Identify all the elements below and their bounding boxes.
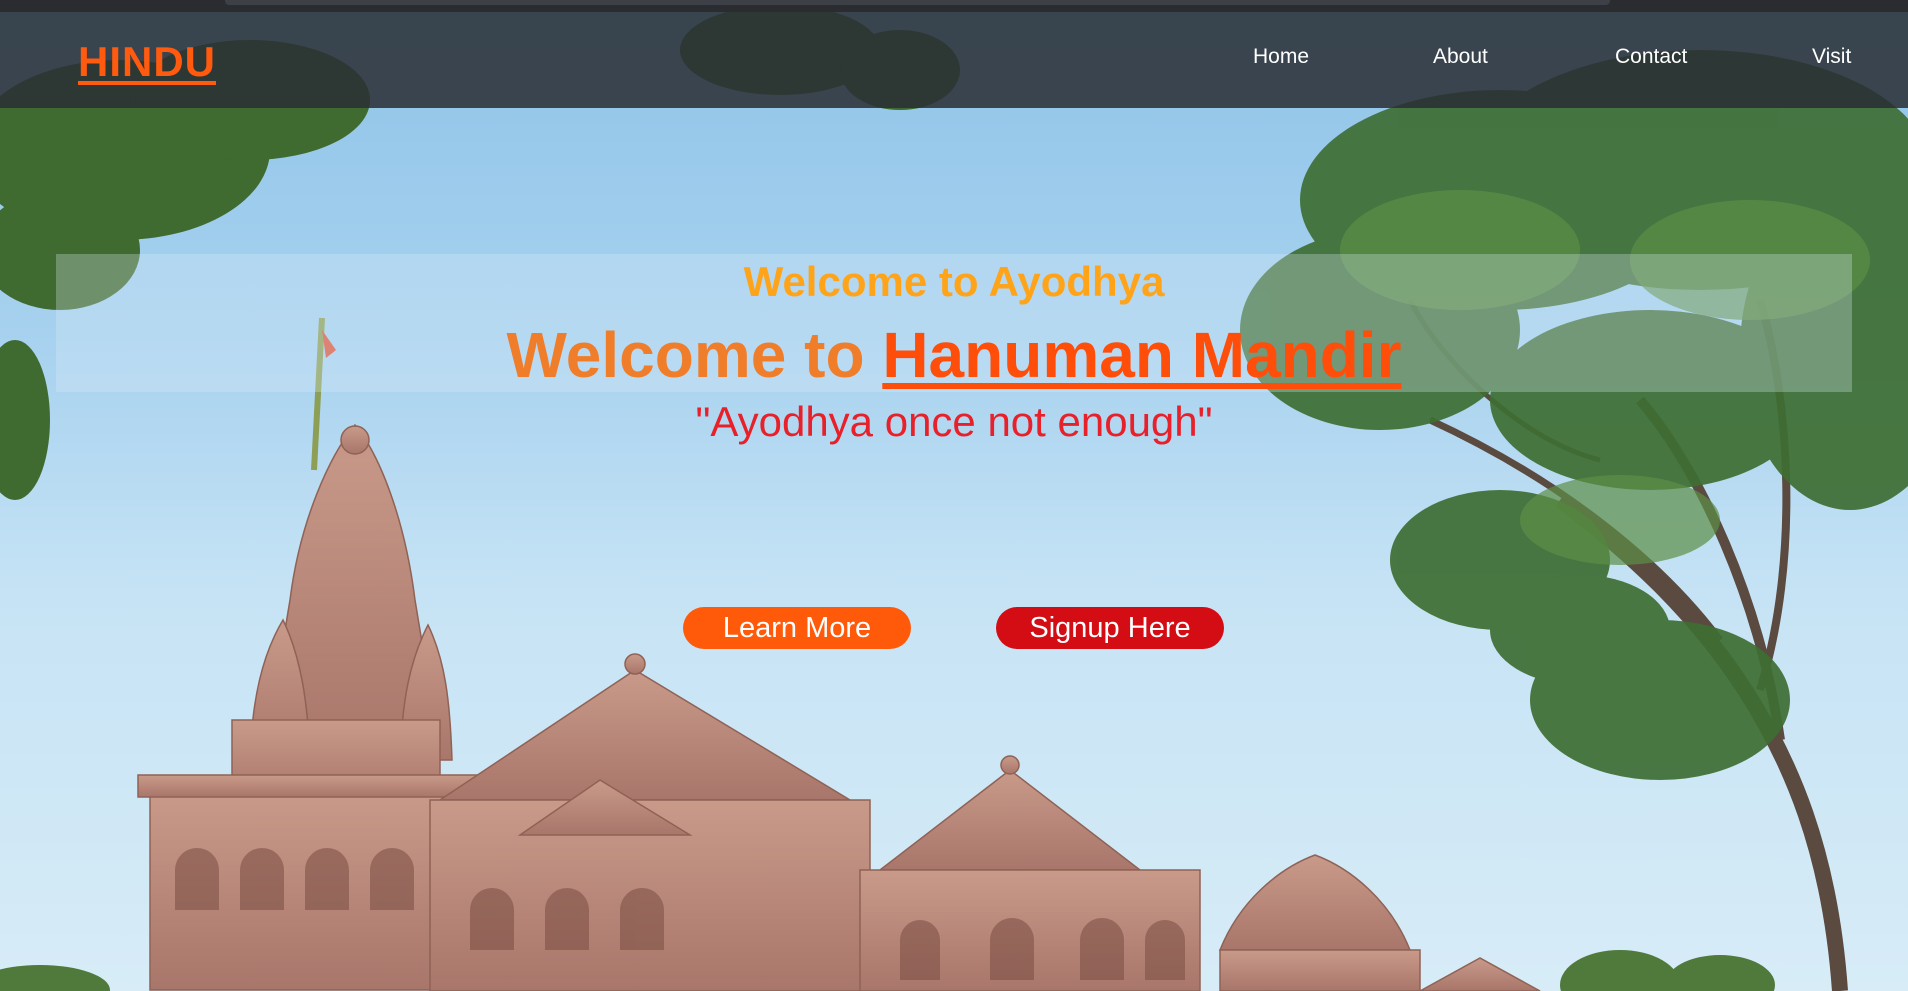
nav-link-home[interactable]: Home (1253, 45, 1309, 69)
background-image (0, 5, 1908, 991)
signup-button[interactable]: Signup Here (996, 607, 1224, 649)
browser-top-strip (0, 0, 1908, 12)
hero-title-prefix: Welcome to (506, 319, 883, 391)
hero-tagline: "Ayodhya once not enough" (695, 398, 1213, 445)
nav-link-contact[interactable]: Contact (1615, 45, 1687, 69)
hero-subtitle: Welcome to Ayodhya (743, 258, 1165, 305)
page: HINDU Home About Contact Visit Welcome t… (0, 0, 1908, 991)
nav-link-visit[interactable]: Visit (1812, 45, 1851, 69)
hero-title: Welcome to Hanuman Mandir (0, 318, 1908, 392)
hero-title-highlight-link[interactable]: Hanuman Mandir (882, 319, 1401, 391)
brand-logo[interactable]: HINDU (78, 38, 216, 86)
browser-tab-bar (225, 0, 1610, 5)
learn-more-button[interactable]: Learn More (683, 607, 911, 649)
navbar: HINDU Home About Contact Visit (0, 12, 1908, 108)
tree-right (1240, 50, 1908, 991)
nav-link-about[interactable]: About (1433, 45, 1488, 69)
